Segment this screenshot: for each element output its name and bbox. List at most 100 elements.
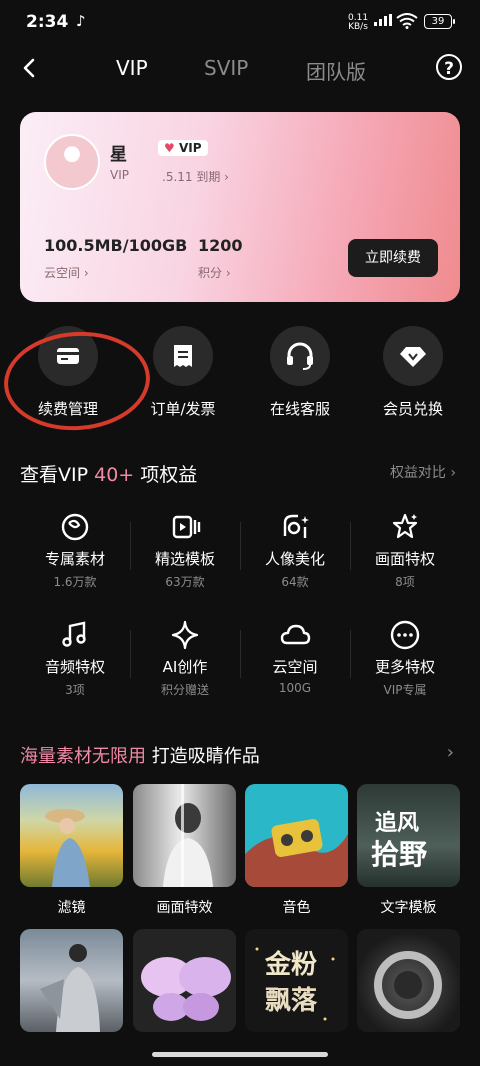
material-tile-voice[interactable] xyxy=(245,784,348,887)
back-icon[interactable] xyxy=(18,56,42,80)
benefits-compare-link[interactable]: 权益对比 › xyxy=(390,462,456,482)
benefit-sub: 1.6万款 xyxy=(53,575,97,589)
member-card: 星 ♥ VIP VIP .5.11 到期 › 100.5MB/100GB 云空间… xyxy=(20,112,460,302)
benefit-sub: VIP专属 xyxy=(383,683,427,697)
storage-link[interactable]: 云空间 › xyxy=(44,264,89,281)
benefits-prefix: 查看VIP xyxy=(20,464,95,486)
quick-action-redeem[interactable]: 会员兑换 xyxy=(363,326,463,419)
transition-thumbnail xyxy=(40,944,100,1032)
voice-thumbnail xyxy=(245,819,348,887)
material-tile-text-animation[interactable]: 金粉 飘落 xyxy=(245,929,348,1032)
benefit-title: 精选模板 xyxy=(154,550,215,568)
benefit-title: AI创作 xyxy=(162,658,208,676)
materials-header: 海量素材无限用 打造吸睛作品 xyxy=(20,742,260,768)
benefit-sub: 64款 xyxy=(281,575,309,589)
points-value: 1200 xyxy=(198,236,243,255)
benefit-sub: 积分赠送 xyxy=(160,683,209,697)
filter-thumbnail xyxy=(45,809,90,887)
template-icon xyxy=(130,510,240,544)
network-speed: 0.11 KB/s xyxy=(348,14,368,32)
sticker-icon xyxy=(20,510,130,544)
benefit-title: 专属素材 xyxy=(44,550,105,568)
text-template-art2: 拾野 xyxy=(371,838,427,871)
benefit-title: 音频特权 xyxy=(44,658,105,676)
tab-team[interactable]: 团队版 xyxy=(306,56,366,85)
video-animation-thumbnail xyxy=(374,951,442,1019)
wifi-icon xyxy=(396,13,418,29)
music-icon xyxy=(20,618,130,652)
material-label: 文字模板 xyxy=(380,900,437,916)
benefit-sub: 100G xyxy=(278,681,312,695)
benefit-title: 更多特权 xyxy=(374,658,435,676)
member-level: VIP xyxy=(110,168,129,182)
benefits-count: 40+ xyxy=(94,464,135,486)
materials-more-icon[interactable]: › xyxy=(447,742,454,763)
headset-icon xyxy=(270,326,330,386)
quick-action-support[interactable]: 在线客服 xyxy=(250,326,350,419)
help-icon[interactable]: ? xyxy=(436,54,462,80)
text-animation-art: 金粉 xyxy=(264,949,317,980)
benefit-exclusive-assets[interactable]: 专属素材 1.6万款 xyxy=(20,510,130,590)
home-indicator xyxy=(152,1052,328,1057)
text-animation-art2: 飘落 xyxy=(265,986,318,1016)
benefit-visual-privilege[interactable]: 画面特权 8项 xyxy=(350,510,460,590)
material-tile-video-animation[interactable] xyxy=(357,929,460,1032)
portrait-icon xyxy=(240,510,350,544)
material-tile-sticker[interactable] xyxy=(133,929,236,1032)
material-label: 音色 xyxy=(282,900,311,916)
benefit-sub: 8项 xyxy=(395,575,415,589)
cloud-icon xyxy=(240,618,350,652)
points-link[interactable]: 积分 › xyxy=(198,264,231,281)
material-tile-transition[interactable] xyxy=(20,929,123,1032)
diamond-icon xyxy=(383,326,443,386)
materials-highlight: 海量素材无限用 xyxy=(20,746,146,767)
effect-thumbnail xyxy=(163,784,213,887)
quick-action-label: 在线客服 xyxy=(269,400,330,418)
quick-action-label: 订单/发票 xyxy=(150,400,216,418)
benefit-title: 云空间 xyxy=(272,658,318,676)
status-bar: 2:34 ♪ 0.11 KB/s 39 xyxy=(0,0,480,44)
battery-icon: 39 xyxy=(424,14,455,29)
star-icon xyxy=(350,510,460,544)
benefit-ai-creation[interactable]: AI创作 积分赠送 xyxy=(130,618,240,698)
benefit-sub: 3项 xyxy=(65,683,85,697)
material-tile-filter[interactable] xyxy=(20,784,123,887)
benefit-cloud[interactable]: 云空间 100G xyxy=(240,618,350,695)
receipt-icon xyxy=(153,326,213,386)
more-icon xyxy=(350,618,460,652)
sticker-thumbnail xyxy=(141,957,231,1021)
materials-rest: 打造吸睛作品 xyxy=(146,746,260,767)
quick-action-label: 会员兑换 xyxy=(382,400,443,418)
network-speed-unit: KB/s xyxy=(348,22,368,32)
tiktok-icon: ♪ xyxy=(76,12,86,30)
benefit-templates[interactable]: 精选模板 63万款 xyxy=(130,510,240,590)
status-time: 2:34 xyxy=(26,12,69,32)
tab-svip[interactable]: SVIP xyxy=(204,56,248,80)
vip-badge-label: VIP xyxy=(178,141,202,155)
heart-icon: ♥ xyxy=(164,141,175,155)
vip-badge: ♥ VIP xyxy=(158,140,208,156)
text-template-thumbnail: 追风拾野 xyxy=(371,810,427,871)
benefits-suffix: 项权益 xyxy=(134,464,198,486)
renew-button[interactable]: 立即续费 xyxy=(348,239,438,277)
material-tile-visual-effect[interactable] xyxy=(133,784,236,887)
material-label: 画面特效 xyxy=(156,900,213,916)
signal-icon xyxy=(374,14,392,26)
benefit-more[interactable]: 更多特权 VIP专属 xyxy=(350,618,460,698)
expiry-date[interactable]: .5.11 到期 › xyxy=(162,168,229,185)
top-nav: VIP SVIP 团队版 ? xyxy=(0,44,480,92)
text-template-art: 追风 xyxy=(375,810,419,836)
tab-vip[interactable]: VIP xyxy=(116,56,148,80)
benefit-portrait[interactable]: 人像美化 64款 xyxy=(240,510,350,590)
benefit-title: 人像美化 xyxy=(264,550,325,568)
benefit-title: 画面特权 xyxy=(374,550,435,568)
benefit-sub: 63万款 xyxy=(165,575,205,589)
avatar[interactable] xyxy=(44,134,100,190)
sparkle-icon xyxy=(130,618,240,652)
material-tile-text-template[interactable]: 追风 拾野 xyxy=(357,784,460,887)
text-animation-thumbnail: 金粉飘落 xyxy=(255,947,335,1021)
benefit-audio[interactable]: 音频特权 3项 xyxy=(20,618,130,698)
storage-value: 100.5MB/100GB xyxy=(44,236,188,255)
member-name: 星 xyxy=(110,145,127,165)
benefits-header: 查看VIP 40+ 项权益 xyxy=(20,460,197,487)
